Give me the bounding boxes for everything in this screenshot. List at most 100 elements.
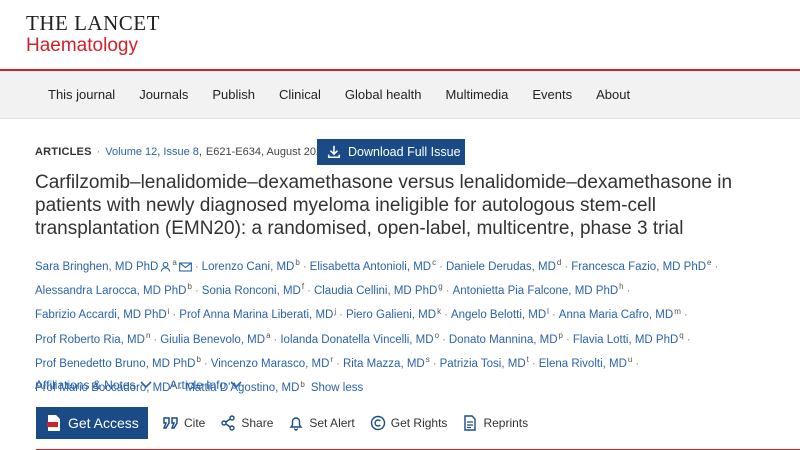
author-link[interactable]: Claudia Cellini, MD PhDg [314,282,443,297]
nav-publish[interactable]: Publish [200,72,267,118]
author-name: Prof Anna Marina Liberati, MD [179,309,334,322]
affiliation-marker[interactable]: i [168,307,170,316]
author-name: Patrizia Tosi, MD [439,358,526,371]
nav-about[interactable]: About [584,72,642,118]
affiliation-marker[interactable]: p [559,331,563,340]
affiliation-marker[interactable]: k [437,307,441,316]
article-info-label: Article Info [169,378,227,392]
author-link[interactable]: Francesca Fazio, MD PhDe [571,258,711,273]
author-link[interactable]: Angelo Belotti, MDl [451,307,549,322]
affiliation-marker[interactable]: o [435,331,439,340]
author-link[interactable]: Prof Anna Marina Liberati, MDj [179,307,336,322]
affiliations-toggle[interactable]: Affiliations & Notes [35,378,152,392]
author-link[interactable]: Donato Mannina, MDp [448,331,563,346]
cite-button[interactable]: Cite [163,416,205,430]
affiliation-marker[interactable]: g [438,282,442,291]
author-separator: · [551,309,556,322]
affiliation-marker[interactable]: h [619,282,623,291]
author-name: Fabrizio Accardi, MD PhD [35,309,167,322]
author-name: Donato Mannina, MD [448,333,558,346]
author-link[interactable]: Vincenzo Marasco, MDr [210,355,333,371]
affiliation-marker[interactable]: b [187,282,191,291]
author-link[interactable]: Flavia Lotti, MD PhDq [573,331,684,346]
author-name: Iolanda Donatella Vincelli, MD [280,333,434,346]
affiliation-marker[interactable]: a [266,331,270,340]
affiliation-marker[interactable]: b [295,258,299,267]
download-full-issue-button[interactable]: Download Full Issue [317,139,465,165]
envelope-icon[interactable] [178,262,192,272]
main-nav: This journal Journals Publish Clinical G… [0,71,800,119]
affiliation-marker[interactable]: n [146,331,150,340]
share-button[interactable]: Share [220,415,273,431]
nav-multimedia[interactable]: Multimedia [434,72,521,118]
affiliation-marker[interactable]: d [557,258,561,267]
article-meta: ARTICLES · Volume 12, Issue 8, E621-E634… [35,140,328,164]
author-link[interactable]: Sonia Ronconi, MDf [202,282,304,297]
journal-logo[interactable]: THE LANCET Haematology [26,12,160,58]
affiliation-marker[interactable]: b [300,380,304,389]
affiliation-marker[interactable]: u [628,355,632,364]
get-rights-button[interactable]: Get Rights [370,415,447,431]
author-link[interactable]: Patrizia Tosi, MDt [439,355,529,371]
author-link[interactable]: Fabrizio Accardi, MD PhDi [35,307,170,322]
author-link[interactable]: Piero Galieni, MDk [345,307,441,322]
quote-icon [163,417,178,429]
person-icon [161,261,171,272]
reprints-button[interactable]: Reprints [462,415,528,431]
meta-comma: , [198,146,202,158]
author-name: Giulia Benevolo, MD [160,333,266,346]
chevron-down-icon [230,381,242,389]
author-link[interactable]: Prof Roberto Ria, MDn [35,331,150,346]
author-link[interactable]: Alessandra Larocca, MD PhDb [35,282,192,298]
affiliations-label: Affiliations & Notes [35,378,136,392]
author-name: Piero Galieni, MD [345,309,437,322]
pdf-icon [47,415,60,431]
author-name: Alessandra Larocca, MD PhD [35,285,187,298]
affiliation-marker[interactable]: q [679,331,683,340]
affiliation-marker[interactable]: f [302,282,304,291]
author-link[interactable]: Rita Mazza, MDs [343,355,430,370]
affiliation-marker[interactable]: b [196,355,200,364]
nav-global-health[interactable]: Global health [333,72,434,118]
nav-this-journal[interactable]: This journal [36,72,127,118]
author-separator: · [194,260,199,273]
author-link[interactable]: Elisabetta Antonioli, MDc [310,258,436,273]
author-name: Lorenzo Cani, MD [201,260,295,273]
author-separator: · [626,285,631,298]
article-info-toggle[interactable]: Article Info [170,378,243,392]
author-link[interactable]: Antonietta Pia Falcone, MD PhDh [453,282,624,297]
author-name: Vincenzo Marasco, MD [210,358,330,371]
get-access-button[interactable]: Get Access [36,407,148,439]
show-less-link[interactable]: Show less [311,382,363,394]
affiliation-marker[interactable]: j [334,307,336,316]
nav-journals[interactable]: Journals [127,72,200,118]
author-link[interactable]: Giulia Benevolo, MDa [160,331,270,346]
volume-link[interactable]: Volume 12 [105,146,157,158]
nav-clinical[interactable]: Clinical [267,72,333,118]
logo-lancet-text: THE LANCET [26,11,160,35]
author-link[interactable]: Sara Bringhen, MD PhD a [35,258,192,273]
author-link[interactable]: Anna Maria Cafro, MDm [558,307,681,322]
affiliation-marker[interactable]: s [426,355,430,364]
nav-events[interactable]: Events [520,72,584,118]
set-alert-button[interactable]: Set Alert [288,415,355,431]
affiliation-marker[interactable]: c [432,258,436,267]
affiliation-marker[interactable]: t [527,355,529,364]
author-name: Elena Rivolti, MD [538,358,627,371]
author-link[interactable]: Iolanda Donatella Vincelli, MDo [280,331,439,346]
affiliation-marker[interactable]: l [547,307,549,316]
author-name: Anna Maria Cafro, MD [558,309,674,322]
author-link[interactable]: Daniele Derudas, MDd [446,258,561,273]
issue-link[interactable]: Issue 8 [163,146,198,158]
author-separator: · [172,309,177,322]
author-separator: · [442,333,446,346]
affiliation-marker[interactable]: a [172,258,176,267]
download-label: Download Full Issue [348,145,461,159]
affiliation-marker[interactable]: e [707,258,711,267]
author-link[interactable]: Lorenzo Cani, MDb [201,258,300,273]
affiliation-marker[interactable]: m [674,307,681,316]
author-link[interactable]: Elena Rivolti, MDu [538,355,633,371]
affiliation-marker[interactable]: r [330,355,333,364]
author-link[interactable]: Prof Benedetto Bruno, MD PhDb [35,355,201,370]
author-separator: · [686,333,691,346]
